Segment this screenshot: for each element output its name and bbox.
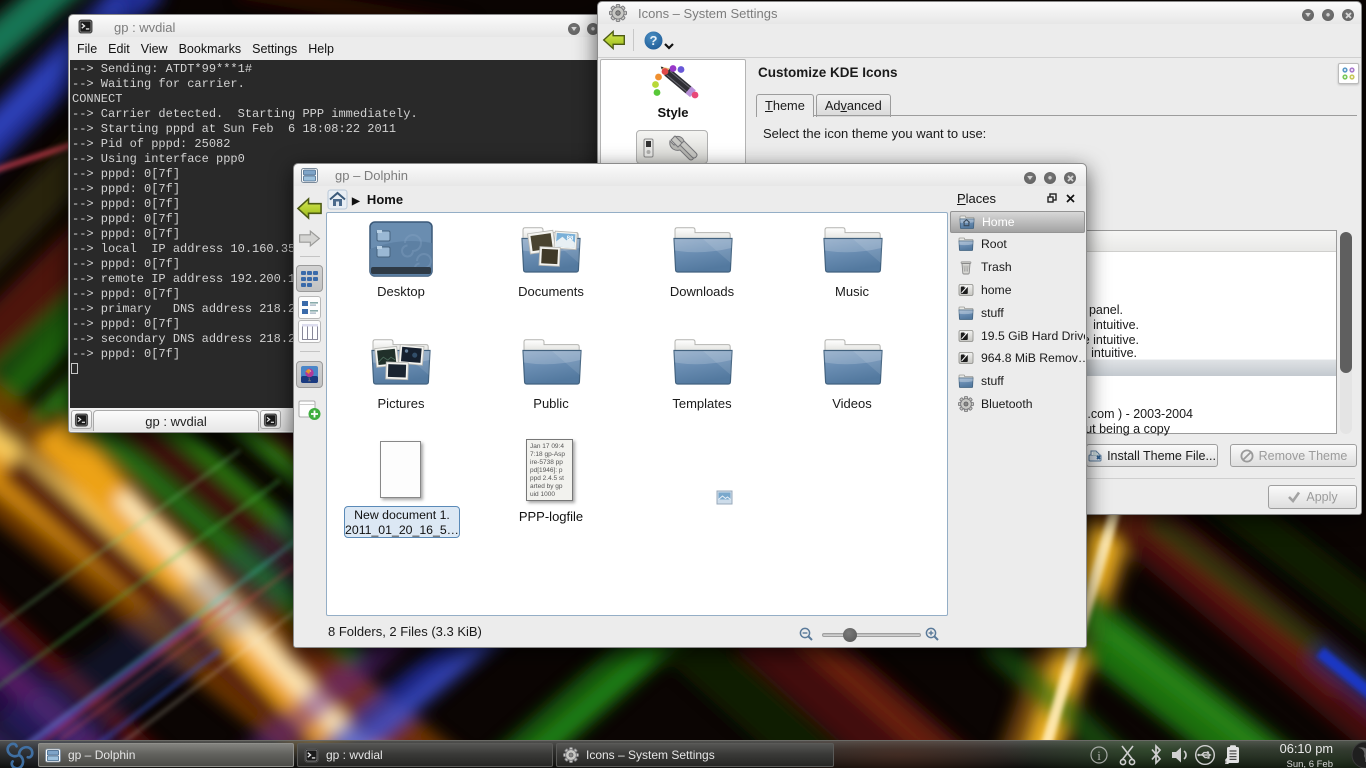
svg-text:88: 88 bbox=[566, 236, 574, 242]
svg-text:?: ? bbox=[650, 33, 658, 48]
svg-text:i: i bbox=[1097, 748, 1101, 763]
